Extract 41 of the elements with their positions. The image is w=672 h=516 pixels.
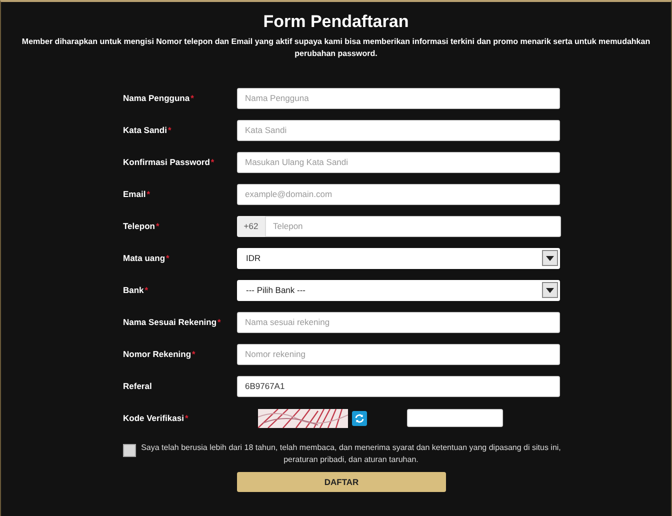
refresh-icon[interactable] [352, 410, 367, 426]
field-label: Konfirmasi Password [123, 157, 210, 167]
register-button[interactable]: DAFTAR [237, 472, 446, 492]
required-mark: * [168, 125, 172, 135]
input-field[interactable]: example@domain.com [237, 184, 560, 204]
field-label: Bank [123, 285, 144, 295]
captcha-field[interactable] [407, 409, 503, 427]
input-field[interactable]: 6B9767A1 [237, 376, 560, 396]
input-field[interactable]: Nomor rekening [237, 344, 560, 364]
field-label: Nomor Rekening [123, 349, 192, 359]
required-mark: * [218, 317, 221, 327]
required-mark: * [210, 157, 214, 167]
required-mark: * [166, 253, 170, 263]
field-label: Kata Sandi [123, 125, 167, 135]
form-description: Member diharapkan untuk mengisi Nomor telepon dan Email yang aktif supaya kami bisa memberikan informasi terkini dan promo menarik serta untuk memudahkan perubahan password. [20, 36, 652, 60]
caret-icon [542, 282, 558, 298]
phone-prefix: +62 [237, 216, 265, 236]
input-field[interactable]: Nama sesuai rekening [237, 312, 560, 332]
input-field[interactable]: Kata Sandi [237, 120, 560, 140]
field-label: Email [123, 189, 146, 199]
field-label: Telepon [123, 221, 155, 231]
required-mark: * [144, 285, 148, 295]
required-mark: * [146, 189, 150, 199]
required-mark: * [184, 413, 188, 423]
input-field[interactable]: Masukan Ulang Kata Sandi [237, 152, 560, 172]
field-label: Mata uang [123, 253, 166, 263]
required-mark: * [156, 221, 160, 231]
field-label: Nama Sesuai Rekening [123, 317, 217, 327]
field-label: Nama Pengguna [123, 93, 190, 103]
field-label: Referal [123, 381, 152, 391]
select-field[interactable]: --- Pilih Bank --- [237, 280, 560, 300]
agreement-text: Saya telah berusia lebih dari 18 tahun, telah membaca, dan menerima syarat dan ketentuan yang dipasang di situs ini, peraturan pribadi, dan aturan taruhan. [140, 442, 562, 466]
caret-icon [542, 250, 558, 266]
phone-field[interactable]: Telepon [265, 216, 561, 236]
required-mark: * [192, 349, 196, 359]
select-field[interactable]: IDR [237, 248, 560, 268]
form-title: Form Pendaftaran [262, 12, 410, 32]
field-label: Kode Verifikasi [123, 413, 184, 423]
agreement-checkbox[interactable] [123, 444, 136, 457]
required-mark: * [190, 93, 194, 103]
input-field[interactable]: Nama Pengguna [237, 88, 560, 108]
